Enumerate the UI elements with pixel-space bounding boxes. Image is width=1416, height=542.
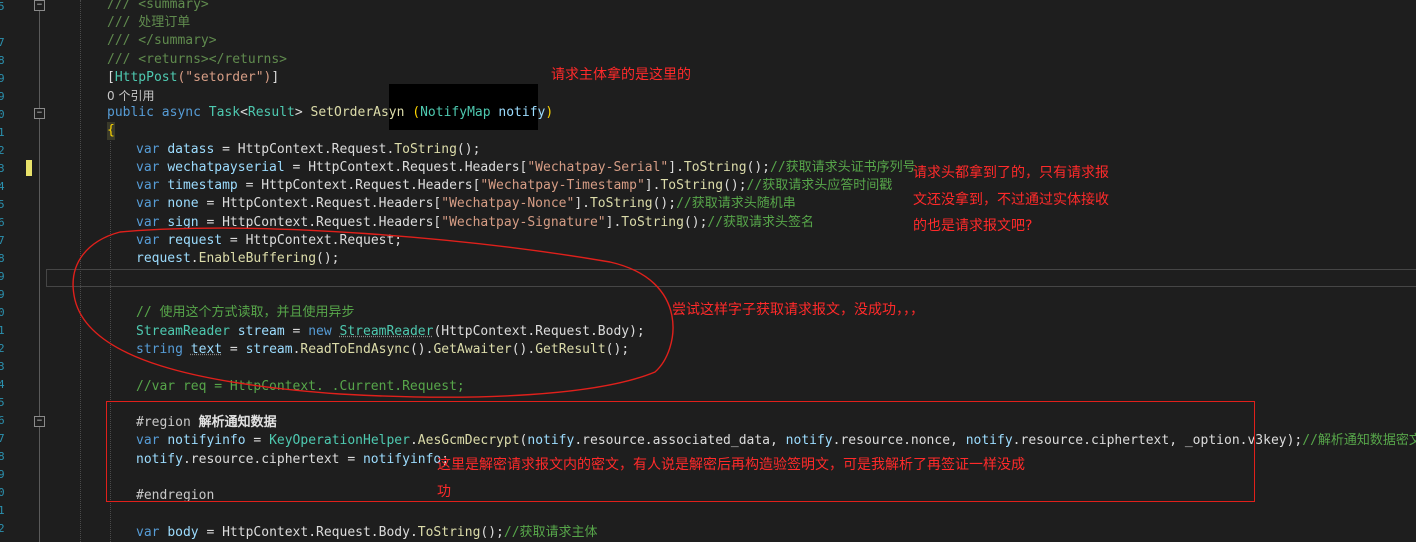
annotation-text: 请求主体拿的是这里的 — [551, 67, 691, 83]
annotation-text: 请求头都拿到了的，只有请求报 — [913, 165, 1109, 181]
annotation-text: 的也是请求报文吧? — [913, 218, 1033, 234]
annotation-text: 尝试这样字子获取请求报文，没成功，，， — [672, 302, 924, 318]
annotation-text: 这里是解密请求报文内的密文，有人说是解密后再构造验签明文，可是我解析了再签证一样… — [437, 457, 1025, 473]
annotation-text: 功 — [437, 484, 451, 500]
annotation-text: 文还没拿到，不过通过实体接收 — [913, 192, 1109, 208]
hand-drawn-circle — [72, 227, 674, 398]
